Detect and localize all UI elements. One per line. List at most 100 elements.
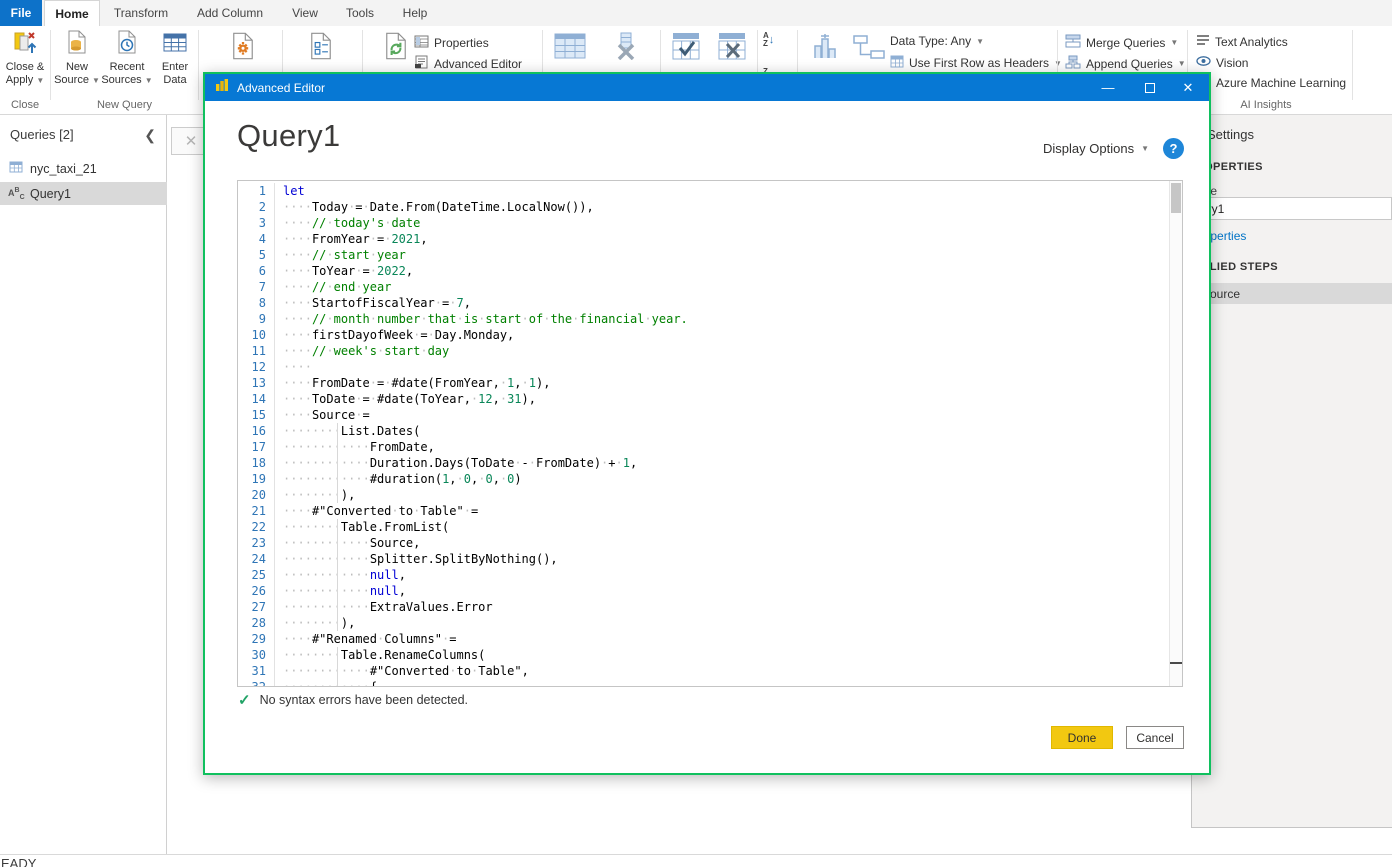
code-line: 6····ToYear·=·2022,: [238, 263, 1169, 279]
data-source-settings-icon: [228, 31, 258, 65]
queries-panel: Queries [2] ❮ nyc_taxi_21 ABC Query1: [0, 115, 167, 854]
append-queries-button[interactable]: Append Queries ▼: [1065, 55, 1186, 72]
merge-icon: [1065, 34, 1086, 51]
applied-step-source[interactable]: Source: [1191, 283, 1392, 304]
first-row-headers-label: Use First Row as Headers: [909, 56, 1049, 70]
line-number: 26: [238, 583, 274, 599]
close-apply-button[interactable]: Close & Apply ▼: [2, 29, 48, 87]
code-line: 2····Today·=·Date.From(DateTime.LocalNow…: [238, 199, 1169, 215]
syntax-status-text: No syntax errors have been detected.: [260, 693, 468, 707]
tab-home[interactable]: Home: [44, 0, 100, 26]
properties-button[interactable]: Properties: [414, 34, 489, 51]
first-row-headers-button[interactable]: Use First Row as Headers ▼: [890, 55, 1062, 71]
tab-file[interactable]: File: [0, 0, 42, 26]
line-number: 10: [238, 327, 274, 343]
properties-icon: [414, 34, 434, 51]
abc-icon: ABC: [8, 187, 24, 201]
tab-add-column[interactable]: Add Column: [186, 0, 274, 26]
advanced-editor-label: Advanced Editor: [434, 57, 522, 71]
done-button[interactable]: Done: [1051, 726, 1113, 749]
line-number: 14: [238, 391, 274, 407]
chevron-down-icon: ▼: [36, 76, 44, 85]
line-number: 3: [238, 215, 274, 231]
status-bar-divider: [0, 854, 1392, 855]
chevron-down-icon: ▼: [145, 76, 153, 85]
tab-tools[interactable]: Tools: [336, 0, 384, 26]
append-queries-label: Append Queries: [1086, 57, 1173, 71]
remove-columns-button[interactable]: [604, 32, 648, 64]
code-line: 1let: [238, 183, 1169, 199]
merge-queries-label: Merge Queries: [1086, 36, 1165, 50]
close-apply-icon: [12, 29, 38, 59]
vision-button[interactable]: Vision: [1196, 55, 1248, 70]
display-options-button[interactable]: Display Options: [1043, 141, 1134, 156]
merge-queries-button[interactable]: Merge Queries ▼: [1065, 34, 1178, 51]
manage-parameters-button[interactable]: [298, 31, 344, 65]
close-apply-label: Close &: [6, 61, 45, 74]
chevron-collapse-icon[interactable]: ❮: [144, 127, 156, 144]
check-icon: ✓: [238, 691, 251, 709]
line-number: 1: [238, 183, 274, 199]
cancel-button[interactable]: Cancel: [1126, 726, 1184, 749]
status-bar-text: EADY: [1, 856, 36, 867]
data-source-settings-button[interactable]: [218, 31, 268, 65]
tab-view[interactable]: View: [282, 0, 328, 26]
queries-panel-title: Queries [2]: [10, 127, 74, 142]
code-line: 12····: [238, 359, 1169, 375]
chevron-down-icon: ▼: [1178, 59, 1186, 68]
append-icon: [1065, 55, 1086, 72]
code-line: 11····//·week's·start·day: [238, 343, 1169, 359]
azure-ml-button[interactable]: Azure Machine Learning: [1216, 76, 1346, 90]
code-line: 32············{: [238, 679, 1169, 686]
query-name: nyc_taxi_21: [30, 162, 97, 176]
enter-data-icon: [162, 29, 188, 59]
new-source-button[interactable]: New Source ▼: [54, 29, 100, 87]
split-column-button[interactable]: [804, 32, 846, 66]
choose-columns-button[interactable]: [548, 32, 592, 64]
line-number: 24: [238, 551, 274, 567]
group-separator: [198, 30, 199, 100]
group-by-button[interactable]: [848, 32, 890, 66]
code-line: 15····Source·=: [238, 407, 1169, 423]
help-icon[interactable]: ?: [1163, 138, 1184, 159]
code-line: 3····//·today's·date: [238, 215, 1169, 231]
line-number: 4: [238, 231, 274, 247]
recent-sources-icon: [114, 29, 140, 59]
maximize-icon[interactable]: [1133, 74, 1167, 101]
code-line: 10····firstDayofWeek·=·Day.Monday,: [238, 327, 1169, 343]
dialog-title-bar[interactable]: Advanced Editor — ✕: [205, 74, 1209, 101]
line-number: 13: [238, 375, 274, 391]
minimize-icon[interactable]: —: [1091, 74, 1125, 101]
dialog-title: Advanced Editor: [237, 81, 325, 95]
query-name: Query1: [30, 187, 71, 201]
new-source-icon: [64, 29, 90, 59]
refresh-preview-button[interactable]: [375, 31, 417, 65]
advanced-editor-dialog: Advanced Editor — ✕ Query1 Display Optio…: [203, 72, 1211, 775]
editor-scrollbar[interactable]: [1169, 181, 1182, 686]
tab-help[interactable]: Help: [392, 0, 438, 26]
close-icon[interactable]: ✕: [1171, 74, 1205, 101]
code-lines[interactable]: 1let2····Today·=·Date.From(DateTime.Loca…: [238, 181, 1169, 686]
new-source-label: New: [66, 61, 88, 74]
line-number: 15: [238, 407, 274, 423]
recent-sources-button[interactable]: Recent Sources ▼: [101, 29, 153, 87]
query-list-item-nyc-taxi[interactable]: nyc_taxi_21: [0, 157, 167, 180]
code-line: 23············Source,: [238, 535, 1169, 551]
group-by-icon: [852, 32, 886, 66]
code-editor[interactable]: 1let2····Today·=·Date.From(DateTime.Loca…: [237, 180, 1183, 687]
new-source-label2: Source: [54, 74, 89, 86]
query-list-item-query1[interactable]: ABC Query1: [0, 182, 167, 205]
enter-data-button[interactable]: Enter Data: [155, 29, 195, 87]
code-line: 27············ExtraValues.Error: [238, 599, 1169, 615]
chevron-down-icon: ▼: [92, 76, 100, 85]
remove-rows-button[interactable]: [712, 32, 754, 64]
text-analytics-button[interactable]: Text Analytics: [1196, 34, 1288, 49]
line-number: 31: [238, 663, 274, 679]
power-query-editor-window: File Home Transform Add Column View Tool…: [0, 0, 1392, 867]
data-type-button[interactable]: Data Type: Any ▼: [890, 34, 984, 48]
advanced-editor-button[interactable]: Advanced Editor: [414, 55, 522, 72]
tab-transform[interactable]: Transform: [104, 0, 178, 26]
scrollbar-thumb[interactable]: [1171, 183, 1181, 213]
sort-ascending-button[interactable]: AZ ↓: [763, 32, 774, 48]
keep-rows-button[interactable]: [666, 32, 708, 64]
